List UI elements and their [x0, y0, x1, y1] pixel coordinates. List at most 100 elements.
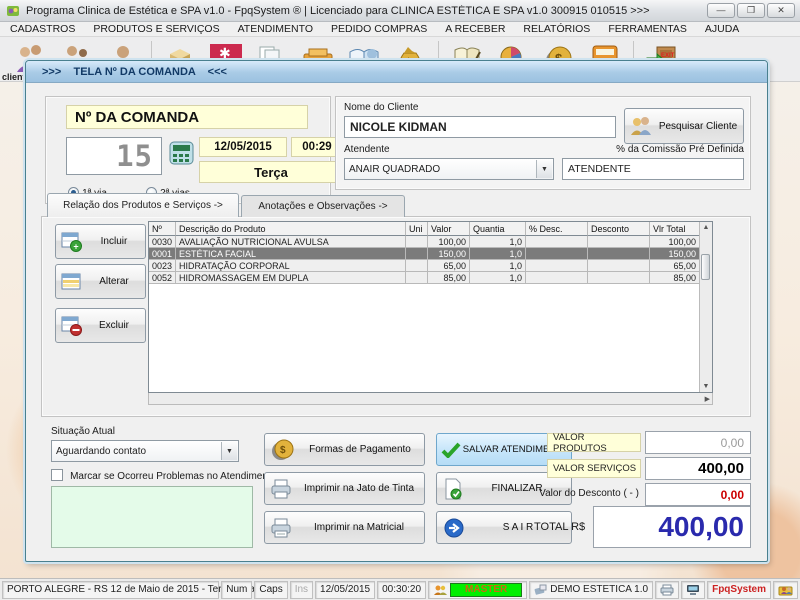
imprimir-jato-label: Imprimir na Jato de Tinta [294, 483, 424, 494]
col-desc: Descrição do Produto [176, 222, 406, 236]
col-num: Nº [149, 222, 176, 236]
status-license: DEMO ESTETICA 1.0 [550, 584, 648, 595]
status-users-panel[interactable] [773, 581, 798, 599]
scroll-thumb[interactable] [701, 254, 710, 280]
printer-icon [660, 584, 674, 596]
delete-record-icon [61, 316, 83, 336]
comanda-dialog: >>> TELA Nº DA COMANDA <<< Nº DA COMANDA… [25, 60, 768, 562]
imprimir-jato-button[interactable]: Imprimir na Jato de Tinta [264, 472, 425, 505]
license-icon [534, 584, 547, 595]
menu-ajuda[interactable]: AJUDA [705, 23, 739, 35]
imprimir-matricial-button[interactable]: Imprimir na Matricial [264, 511, 425, 544]
svg-text:EXIT: EXIT [661, 53, 675, 59]
menu-cadastros[interactable]: CADASTROS [10, 23, 75, 35]
menu-produtos-servicos[interactable]: PRODUTOS E SERVIÇOS [93, 23, 219, 35]
status-location: PORTO ALEGRE - RS 12 de Maio de 2015 - T… [2, 581, 219, 599]
svg-text:+: + [73, 241, 78, 251]
table-row[interactable]: 0023 HIDRATAÇÃO CORPORAL 65,00 1,0 65,00 [149, 260, 699, 272]
excluir-button[interactable]: Excluir [55, 308, 146, 343]
dialog-titlebar[interactable]: >>> TELA Nº DA COMANDA <<< [26, 61, 767, 83]
incluir-button[interactable]: + Incluir [55, 224, 146, 259]
valor-servicos-value: 400,00 [645, 457, 751, 480]
col-total: Vlr Total [650, 222, 699, 236]
formas-pagamento-label: Formas de Pagamento [296, 444, 424, 455]
status-brand: FpqSystem [707, 581, 771, 599]
scroll-up-icon[interactable]: ▲ [703, 222, 710, 233]
situacao-select[interactable]: Aguardando contato ▼ [51, 440, 239, 462]
desconto-label: Valor do Desconto ( - ) [534, 488, 639, 499]
comanda-number-field[interactable]: 15 [66, 137, 162, 175]
window-title: Programa Clinica de Estética e SPA v1.0 … [26, 5, 650, 17]
col-valor: Valor [428, 222, 470, 236]
attendant-select[interactable]: ANAIR QUADRADO ▼ [344, 158, 554, 180]
problema-label: Marcar se Ocorreu Problemas no Atendimen… [70, 471, 276, 482]
monitor-icon [686, 584, 700, 596]
problema-checkbox[interactable]: Marcar se Ocorreu Problemas no Atendimen… [51, 469, 276, 482]
payment-coin-icon: $ [270, 438, 296, 462]
users-folder-icon [778, 584, 793, 596]
client-name-input[interactable]: NICOLE KIDMAN [344, 116, 616, 138]
alterar-button[interactable]: Alterar [55, 264, 146, 299]
menu-ferramentas[interactable]: FERRAMENTAS [608, 23, 687, 35]
menu-pedido-compras[interactable]: PEDIDO COMPRAS [331, 23, 427, 35]
statusbar: PORTO ALEGRE - RS 12 de Maio de 2015 - T… [0, 578, 800, 600]
attendant-value: ANAIR QUADRADO [349, 164, 440, 175]
table-hscrollbar[interactable]: ▶ [148, 393, 713, 405]
comanda-group: Nº DA COMANDA 15 12/05/2015 00:29 Terça … [45, 96, 331, 204]
comanda-weekday: Terça [199, 161, 343, 183]
exit-arrow-icon [443, 517, 465, 539]
svg-text:$: $ [280, 445, 286, 456]
close-button[interactable]: ✕ [767, 3, 795, 18]
checkbox-unchecked-icon [51, 469, 63, 481]
check-icon [441, 442, 461, 458]
status-caps: Caps [254, 581, 287, 599]
valor-produtos-value: 0,00 [645, 431, 751, 454]
situacao-label: Situação Atual [51, 426, 115, 437]
search-client-button[interactable]: Pesquisar Cliente [624, 108, 744, 144]
table-row[interactable]: 0030 AVALIAÇÃO NUTRICIONAL AVULSA 100,00… [149, 236, 699, 248]
scroll-down-icon[interactable]: ▼ [703, 381, 710, 392]
client-panel: Nome do Cliente NICOLE KIDMAN Pesquisar … [335, 96, 751, 190]
svg-text:✱: ✱ [219, 45, 231, 61]
observacao-textarea[interactable] [51, 486, 253, 548]
desconto-value: 0,00 [645, 483, 751, 506]
menu-a-receber[interactable]: A RECEBER [445, 23, 505, 35]
comanda-lookup-icon[interactable] [169, 141, 194, 168]
total-value: 400,00 [593, 506, 751, 548]
tab-produtos-servicos[interactable]: Relação dos Produtos e Serviços -> [47, 193, 239, 217]
status-num: Num [221, 581, 252, 599]
col-pdesc: % Desc. [526, 222, 588, 236]
incluir-label: Incluir [83, 236, 145, 247]
table-row[interactable]: 0052 HIDROMASSAGEM EM DUPLA 85,00 1,0 85… [149, 272, 699, 284]
tab-anotacoes[interactable]: Anotações e Observações -> [241, 195, 405, 217]
commission-input[interactable]: ATENDENTE [562, 158, 744, 180]
products-group: + Incluir Alterar Excluir Nº Descrição d… [41, 216, 751, 417]
app-titlebar: Programa Clinica de Estética e SPA v1.0 … [0, 0, 800, 22]
commission-label: % da Comissão Pré Definida [568, 144, 744, 155]
status-printer-panel[interactable] [655, 581, 679, 599]
total-label: TOTAL R$ [534, 521, 585, 533]
comanda-header: Nº DA COMANDA [66, 105, 308, 129]
menu-relatorios[interactable]: RELATÓRIOS [523, 23, 590, 35]
search-client-label: Pesquisar Cliente [653, 121, 743, 132]
status-date: 12/05/2015 [315, 581, 375, 599]
imprimir-matricial-label: Imprimir na Matricial [294, 522, 424, 533]
col-desconto: Desconto [588, 222, 650, 236]
user-icon [433, 584, 447, 596]
finalize-doc-icon [443, 478, 463, 500]
menu-atendimento[interactable]: ATENDIMENTO [238, 23, 313, 35]
minimize-button[interactable]: — [707, 3, 735, 18]
status-user: MASTER [450, 583, 522, 597]
restore-button[interactable]: ❐ [737, 3, 765, 18]
alterar-label: Alterar [83, 276, 145, 287]
col-uni: Uni [406, 222, 428, 236]
comanda-date: 12/05/2015 [199, 137, 287, 157]
status-ins: Ins [290, 581, 313, 599]
status-device-panel[interactable] [681, 581, 705, 599]
table-vscrollbar[interactable]: ▲ ▼ [699, 222, 712, 392]
scroll-right-icon[interactable]: ▶ [705, 395, 710, 403]
printer-matrix-icon [270, 517, 294, 539]
formas-pagamento-button[interactable]: $ Formas de Pagamento [264, 433, 425, 466]
table-row-selected[interactable]: 0001 ESTÉTICA FACIAL 150,00 1,0 150,00 [149, 248, 699, 260]
excluir-label: Excluir [83, 320, 145, 331]
